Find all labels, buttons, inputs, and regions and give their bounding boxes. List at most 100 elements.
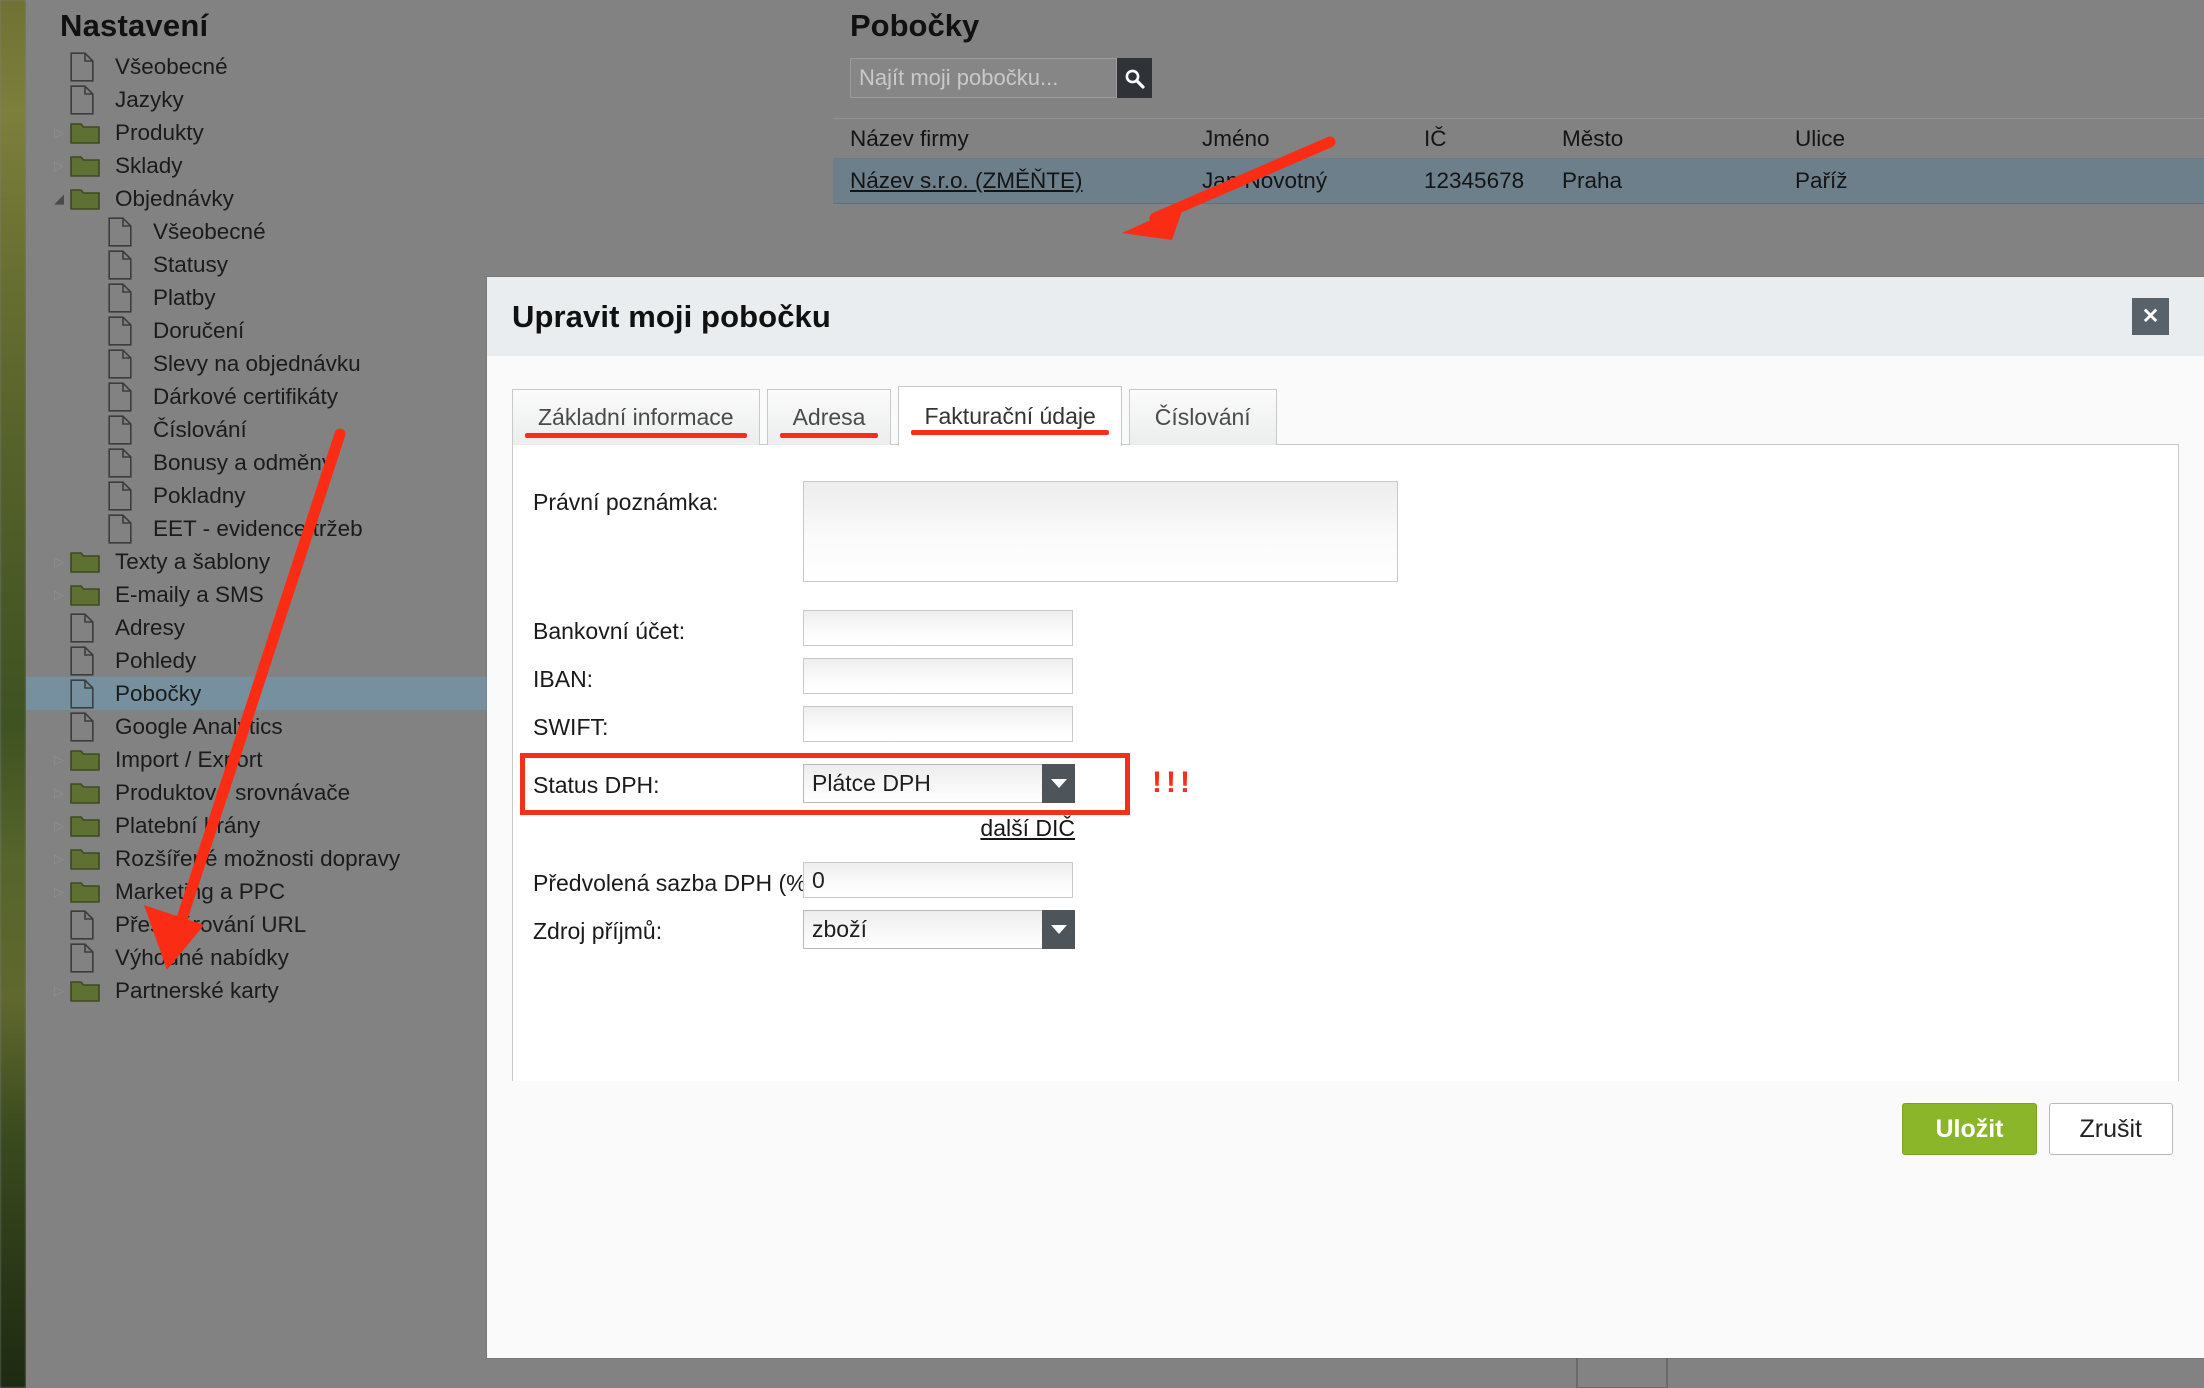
file-icon xyxy=(108,381,142,412)
sidebar-item-label: Platební brány xyxy=(115,812,261,838)
legal-note-textarea[interactable] xyxy=(803,481,1398,582)
chevron-right-icon[interactable]: ▷ xyxy=(48,851,70,867)
table-body: Název s.r.o. (ZMĚŇTE) Jan Novotný 123456… xyxy=(833,158,2204,204)
chevron-down-icon[interactable]: ◢ xyxy=(48,191,70,207)
chevron-right-icon[interactable]: ▷ xyxy=(48,554,70,570)
folder-icon xyxy=(70,979,104,1002)
chevron-right-icon[interactable]: ▷ xyxy=(48,158,70,174)
sidebar-item-label: Pobočky xyxy=(115,680,202,706)
cell-ic: 12345678 xyxy=(1424,168,1525,193)
file-icon xyxy=(70,942,104,973)
close-icon[interactable]: ✕ xyxy=(2132,298,2169,335)
sidebar-item-label: Pokladny xyxy=(153,482,246,508)
sidebar-item-label: Dárkové certifikáty xyxy=(153,383,339,409)
folder-icon xyxy=(70,550,104,573)
label-bank-account: Bankovní účet: xyxy=(533,618,686,644)
search-input[interactable] xyxy=(850,58,1117,98)
sidebar-item-label: Google Analytics xyxy=(115,713,283,739)
chevron-down-icon[interactable] xyxy=(1042,910,1075,949)
chevron-right-icon[interactable]: ▷ xyxy=(48,818,70,834)
bank-account-input[interactable] xyxy=(803,610,1073,646)
chevron-right-icon[interactable]: ▷ xyxy=(48,752,70,768)
sidebar-item-label: Platby xyxy=(153,284,216,310)
field-row-another-vat: další DIČ xyxy=(513,815,2178,842)
modal-footer: Uložit Zrušit xyxy=(487,1081,2204,1177)
chevron-right-icon[interactable]: ▷ xyxy=(48,587,70,603)
file-icon xyxy=(108,447,142,478)
field-row-legal-note: Právní poznámka: xyxy=(513,481,2178,587)
tab-1[interactable]: Adresa xyxy=(766,389,892,445)
sidebar-item-label: Sklady xyxy=(115,152,183,178)
control-legal-note xyxy=(803,481,1398,587)
tab-3[interactable]: Číslování xyxy=(1128,389,1277,445)
file-icon xyxy=(108,513,142,544)
file-icon xyxy=(108,315,142,346)
income-source-select[interactable]: zboží xyxy=(803,910,1075,949)
column-header-mesto[interactable]: Město xyxy=(1545,119,1778,159)
sidebar-item-label: Produkty xyxy=(115,119,204,145)
sidebar-item-1[interactable]: Jazyky xyxy=(26,83,833,116)
sidebar-item-4[interactable]: ◢ Objednávky xyxy=(26,182,833,215)
chevron-right-icon[interactable]: ▷ xyxy=(48,884,70,900)
sidebar-item-0[interactable]: Všeobecné xyxy=(26,50,833,83)
sidebar-item-label: Texty a šablony xyxy=(115,548,271,574)
another-vat-link[interactable]: další DIČ xyxy=(980,815,1075,842)
file-icon xyxy=(108,249,142,280)
label-income-source: Zdroj příjmů: xyxy=(533,918,663,944)
folder-icon xyxy=(70,781,104,804)
control-default-vat-rate xyxy=(803,862,1073,898)
sidebar-item-label: Přesměrování URL xyxy=(115,911,307,937)
control-swift xyxy=(803,706,1073,742)
sidebar-item-label: Produktové srovnávače xyxy=(115,779,351,805)
save-button[interactable]: Uložit xyxy=(1902,1103,2037,1155)
cell-ulice: Paříž xyxy=(1795,168,1848,193)
swift-input[interactable] xyxy=(803,706,1073,742)
chevron-right-icon[interactable]: ▷ xyxy=(48,983,70,999)
modal-title: Upravit moji pobočku xyxy=(512,298,831,334)
modal-header: Upravit moji pobočku ✕ xyxy=(487,277,2204,356)
tab-0[interactable]: Základní informace xyxy=(512,389,760,445)
column-header-ulice[interactable]: Ulice xyxy=(1778,119,2204,159)
file-icon xyxy=(108,216,142,247)
chevron-right-icon[interactable]: ▷ xyxy=(48,125,70,141)
control-another-vat: další DIČ xyxy=(803,815,1075,842)
footer-button-placeholder[interactable] xyxy=(1576,1353,1668,1388)
branch-name-link[interactable]: Název s.r.o. (ZMĚŇTE) xyxy=(850,168,1083,193)
column-header-jmeno[interactable]: Jméno xyxy=(1185,119,1407,159)
file-icon xyxy=(108,282,142,313)
cell-nazev-firmy[interactable]: Název s.r.o. (ZMĚŇTE) xyxy=(833,159,1185,204)
file-icon xyxy=(70,909,104,940)
tab-2[interactable]: Fakturační údaje xyxy=(898,386,1122,446)
desktop-background-strip xyxy=(0,0,26,1388)
file-icon xyxy=(108,414,142,445)
page-title: Pobočky xyxy=(850,8,980,43)
label-default-vat-rate: Předvolená sazba DPH (%): xyxy=(533,870,821,896)
column-header-nazev-firmy[interactable]: Název firmy xyxy=(833,119,1185,159)
tab-underline-annotation xyxy=(911,430,1109,435)
sidebar-item-5[interactable]: Všeobecné xyxy=(26,215,833,248)
folder-icon xyxy=(70,187,104,210)
sidebar-title: Nastavení xyxy=(60,8,209,43)
chevron-right-icon[interactable]: ▷ xyxy=(48,785,70,801)
default-vat-rate-input[interactable] xyxy=(803,862,1073,898)
sidebar-item-2[interactable]: ▷ Produkty xyxy=(26,116,833,149)
chevron-down-icon[interactable] xyxy=(1042,764,1075,803)
search-bar xyxy=(850,58,2204,98)
label-vat-status: Status DPH: xyxy=(533,772,660,798)
sidebar-item-3[interactable]: ▷ Sklady xyxy=(26,149,833,182)
control-income-source: zboží xyxy=(803,910,1075,949)
tab-label: Základní informace xyxy=(538,404,734,430)
branches-table: Název firmy Jméno IČ Město Ulice Název s… xyxy=(833,118,2204,204)
content-header: Pobočky xyxy=(833,0,2204,98)
column-header-ic[interactable]: IČ xyxy=(1407,119,1545,159)
folder-icon xyxy=(70,814,104,837)
search-icon[interactable] xyxy=(1117,58,1152,98)
vat-status-select[interactable]: Plátce DPH xyxy=(803,764,1075,803)
table-row[interactable]: Název s.r.o. (ZMĚŇTE) Jan Novotný 123456… xyxy=(833,158,2204,204)
iban-input[interactable] xyxy=(803,658,1073,694)
cancel-button[interactable]: Zrušit xyxy=(2048,1103,2173,1155)
sidebar-item-label: Import / Export xyxy=(115,746,263,772)
modal-body: Základní informace Adresa Fakturační údaje… xyxy=(487,356,2204,1177)
field-row-vat-status: Status DPH: Plátce DPH xyxy=(513,764,2178,803)
file-icon xyxy=(70,645,104,676)
